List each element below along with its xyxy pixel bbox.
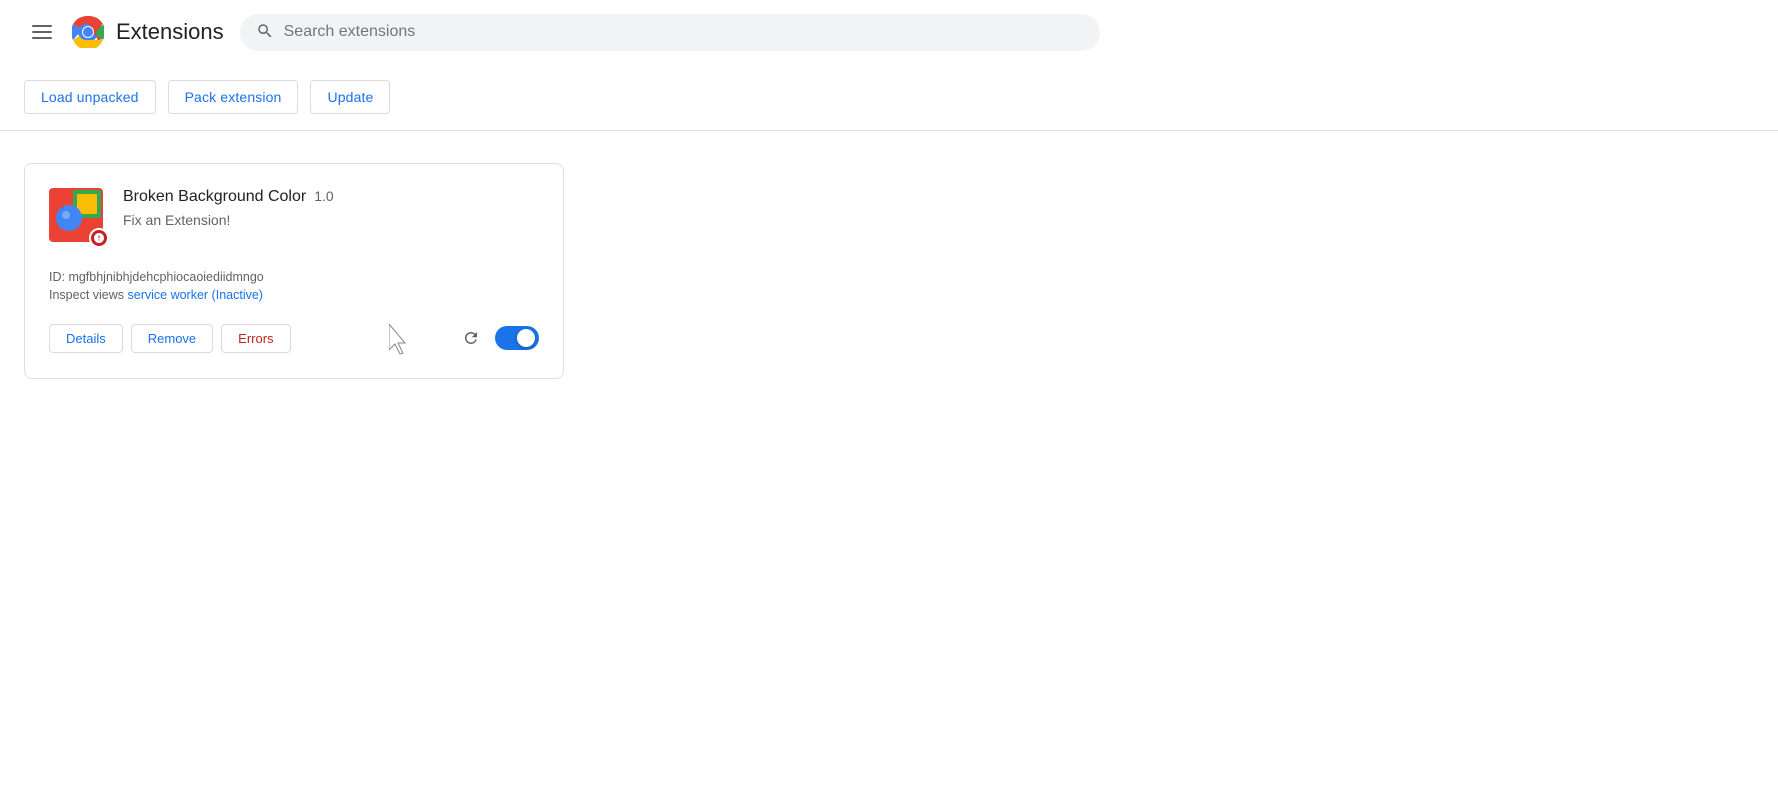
service-worker-link[interactable]: service worker (Inactive): [128, 288, 263, 302]
page-title: Extensions: [116, 19, 224, 45]
extension-version: 1.0: [314, 188, 333, 204]
error-badge-icon: [93, 232, 105, 244]
search-input[interactable]: [284, 23, 1084, 41]
extension-id: ID: mgfbhjnibhjdehcphiocaoiediidmngo: [49, 270, 539, 284]
search-icon: [256, 22, 274, 43]
load-unpacked-button[interactable]: Load unpacked: [24, 80, 156, 114]
inspect-views: Inspect views service worker (Inactive): [49, 288, 539, 302]
card-top: Broken Background Color 1.0 Fix an Exten…: [49, 188, 539, 246]
details-button[interactable]: Details: [49, 324, 123, 353]
card-actions: Details Remove Errors: [49, 322, 539, 354]
extension-icon-container: [49, 188, 107, 246]
errors-button[interactable]: Errors: [221, 324, 290, 353]
chrome-logo: [72, 16, 104, 48]
reload-icon: [462, 329, 480, 347]
card-info: Broken Background Color 1.0 Fix an Exten…: [123, 188, 539, 228]
reload-button[interactable]: [455, 322, 487, 354]
header-left: Extensions: [24, 16, 224, 48]
toggle-slider: [495, 326, 539, 350]
update-button[interactable]: Update: [310, 80, 390, 114]
extension-name: Broken Background Color: [123, 188, 306, 206]
hamburger-icon[interactable]: [24, 17, 60, 47]
pack-extension-button[interactable]: Pack extension: [168, 80, 299, 114]
extension-card: Broken Background Color 1.0 Fix an Exten…: [24, 163, 564, 379]
toolbar: Load unpacked Pack extension Update: [0, 64, 1778, 131]
enable-toggle[interactable]: [495, 326, 539, 350]
search-bar: [240, 14, 1100, 51]
header: Extensions: [0, 0, 1778, 64]
extension-description: Fix an Extension!: [123, 212, 539, 228]
card-details: ID: mgfbhjnibhjdehcphiocaoiediidmngo Ins…: [49, 270, 539, 302]
remove-button[interactable]: Remove: [131, 324, 213, 353]
card-title-row: Broken Background Color 1.0: [123, 188, 539, 206]
inspect-label: Inspect views: [49, 288, 124, 302]
main-content: Broken Background Color 1.0 Fix an Exten…: [0, 131, 1778, 411]
